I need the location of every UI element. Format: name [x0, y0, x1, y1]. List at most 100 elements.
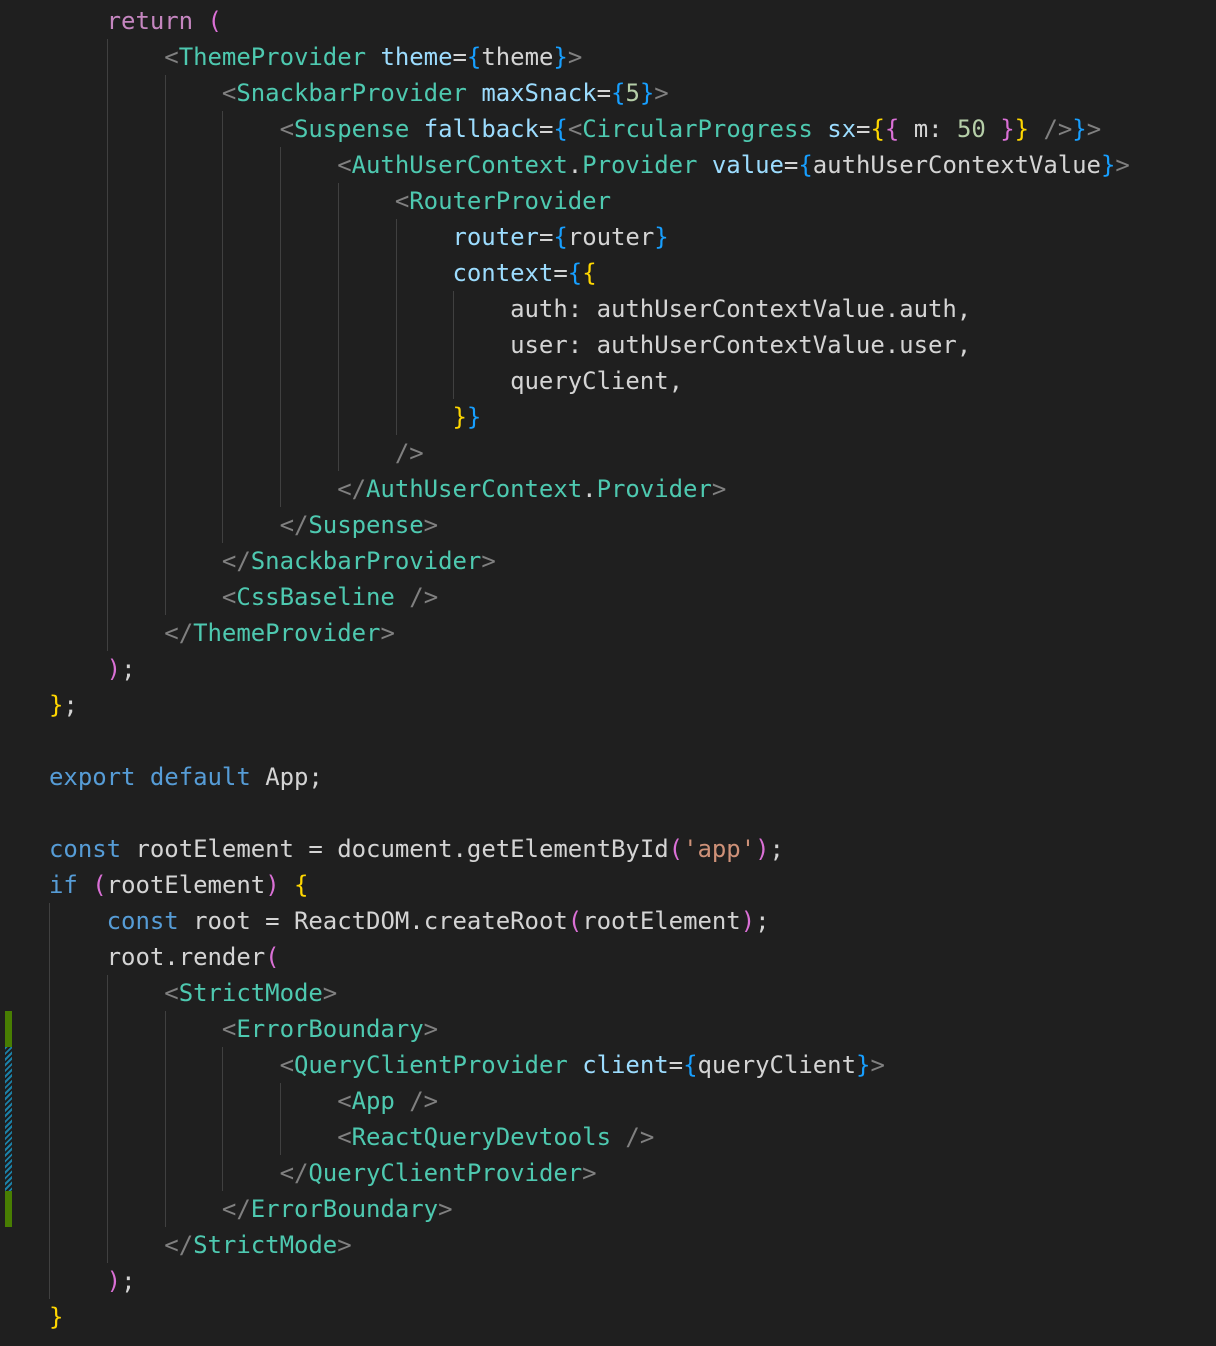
code-token: </: [164, 619, 194, 647]
code-line[interactable]: <AuthUserContext.Provider value={authUse…: [49, 147, 1130, 183]
code-line[interactable]: if (rootElement) {: [49, 867, 308, 903]
code-line[interactable]: <ThemeProvider theme={theme}>: [49, 39, 582, 75]
code-token: <: [221, 79, 237, 107]
code-line[interactable]: <RouterProvider: [49, 183, 611, 219]
code-line[interactable]: </ThemeProvider>: [49, 615, 395, 651]
gutter-added-marker[interactable]: [5, 1191, 12, 1227]
code-token: <: [279, 115, 294, 143]
code-token: QueryClientProvider: [293, 1051, 568, 1079]
code-token: ;: [308, 763, 323, 791]
code-line[interactable]: const root = ReactDOM.createRoot(rootEle…: [49, 903, 770, 939]
code-line[interactable]: <ReactQueryDevtools />: [49, 1119, 654, 1155]
code-token: ;: [121, 655, 136, 683]
code-token: >: [567, 43, 583, 71]
code-line[interactable]: <ErrorBoundary>: [49, 1011, 438, 1047]
code-line[interactable]: </QueryClientProvider>: [49, 1155, 597, 1191]
code-token: ;: [755, 907, 770, 935]
code-token: App: [351, 1087, 395, 1115]
code-token: sx: [827, 115, 857, 143]
gutter-modified-marker[interactable]: [5, 1047, 12, 1191]
code-token: (: [207, 7, 222, 35]
code-line[interactable]: }}: [49, 399, 481, 435]
code-token: {: [798, 151, 813, 179]
code-token: Suspense: [293, 115, 410, 143]
code-token: .: [452, 835, 467, 863]
code-line[interactable]: router={router}: [49, 219, 668, 255]
code-line[interactable]: auth: authUserContextValue.auth,: [49, 291, 971, 327]
code-token: >: [582, 1159, 597, 1187]
code-line[interactable]: export default App;: [49, 759, 323, 795]
code-token: =: [553, 259, 568, 287]
code-token: =: [250, 907, 294, 935]
code-token: (: [92, 871, 107, 899]
code-token: }: [466, 403, 482, 431]
code-token: {: [611, 79, 626, 107]
code-line[interactable]: queryClient,: [49, 363, 683, 399]
gutter-added-marker[interactable]: [5, 1011, 12, 1047]
code-line[interactable]: </Suspense>: [49, 507, 439, 543]
code-line[interactable]: };: [49, 687, 78, 723]
code-token: ThemeProvider: [193, 619, 381, 647]
code-line[interactable]: user: authUserContextValue.user,: [49, 327, 971, 363]
code-line[interactable]: root.render(: [49, 939, 280, 975]
code-token: {: [884, 115, 900, 143]
code-token: queryClient: [697, 1051, 857, 1079]
code-token: document: [337, 835, 453, 863]
code-line[interactable]: </ErrorBoundary>: [49, 1191, 453, 1227]
code-token: =: [596, 79, 612, 107]
code-token: ;: [63, 691, 78, 719]
code-editor[interactable]: return ( <ThemeProvider theme={theme}> <…: [0, 0, 1216, 1346]
code-line[interactable]: </SnackbarProvider>: [49, 543, 496, 579]
code-token: rootElement: [582, 907, 741, 935]
code-token: </: [279, 1159, 309, 1187]
code-token: <: [337, 151, 352, 179]
code-line[interactable]: </AuthUserContext.Provider>: [49, 471, 726, 507]
code-token: }: [856, 1051, 871, 1079]
code-line[interactable]: <StrictMode>: [49, 975, 337, 1011]
code-line[interactable]: <App />: [49, 1083, 438, 1119]
code-line[interactable]: <QueryClientProvider client={queryClient…: [49, 1047, 885, 1083]
code-line[interactable]: />: [49, 435, 424, 471]
code-line[interactable]: </StrictMode>: [49, 1227, 352, 1263]
code-token: root: [106, 943, 165, 971]
code-token: theme: [380, 43, 453, 71]
code-token: </: [221, 547, 251, 575]
code-token: authUserContextValue: [812, 151, 1101, 179]
code-token: Provider: [582, 151, 698, 179]
code-token: >: [423, 1015, 439, 1043]
code-token: router: [452, 223, 539, 251]
code-line[interactable]: <Suspense fallback={<CircularProgress sx…: [49, 111, 1102, 147]
code-line[interactable]: context={{: [49, 255, 596, 291]
code-token: }: [1000, 115, 1015, 143]
code-line[interactable]: <CssBaseline />: [49, 579, 438, 615]
code-line[interactable]: }: [49, 1299, 63, 1335]
code-line[interactable]: const rootElement = document.getElementB…: [49, 831, 784, 867]
code-line[interactable]: return (: [49, 3, 222, 39]
code-token: =: [538, 115, 554, 143]
code-token: App: [265, 763, 309, 791]
code-token: >: [337, 1231, 352, 1259]
code-token: {: [567, 259, 583, 287]
code-line[interactable]: );: [49, 1263, 136, 1299]
code-token: SnackbarProvider: [236, 79, 467, 107]
code-token: default: [149, 763, 251, 791]
code-line[interactable]: <SnackbarProvider maxSnack={5}>: [49, 75, 669, 111]
code-line[interactable]: );: [49, 651, 136, 687]
